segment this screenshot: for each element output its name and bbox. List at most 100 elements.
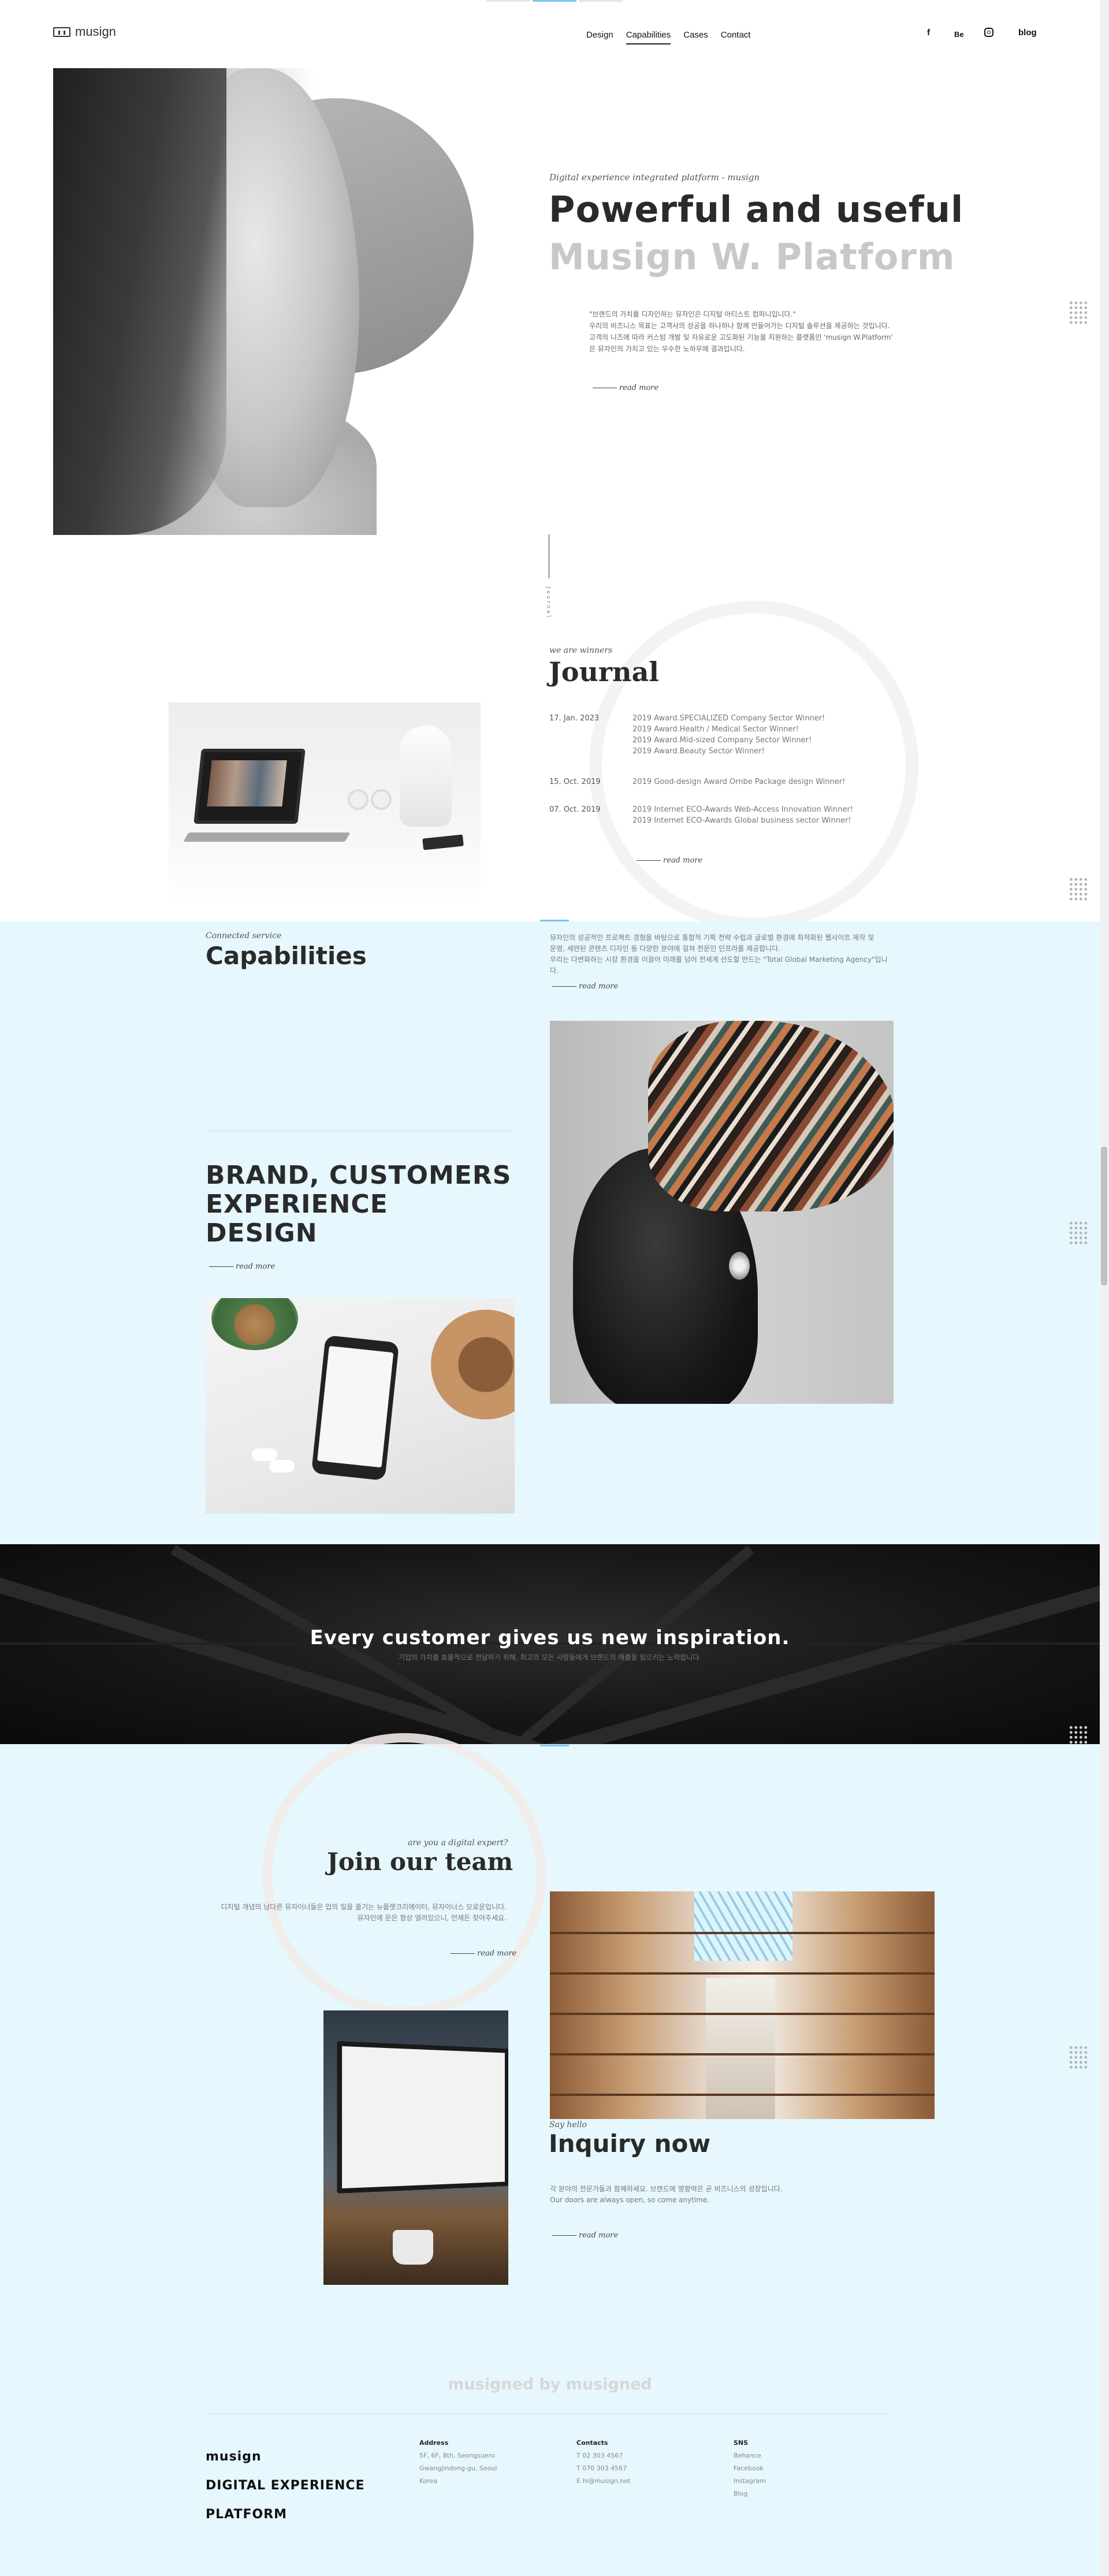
main-nav: Design Capabilities Cases Contact (586, 30, 750, 44)
inquiry-description: 각 분야의 전문가들과 함께하세요. 브랜드에 영향력은 곧 비즈니스의 성장입… (550, 2184, 873, 2206)
dots-decoration-icon (1069, 1221, 1088, 1246)
footer-phone[interactable]: T 070 303 4567 (576, 2462, 630, 2475)
capabilities-text-line: 뮤자인의 성공적인 프로젝트 경험을 바탕으로 통합적 기획 전략 수립과 글로… (550, 934, 874, 942)
blog-link[interactable]: blog (1018, 28, 1037, 38)
inquiry-kicker: Say hello (549, 2120, 587, 2129)
journal-kicker: we are winners (549, 646, 613, 655)
footer-sns-link[interactable]: Blog (734, 2488, 766, 2500)
section-marker (540, 920, 569, 921)
dots-decoration-icon (1069, 877, 1088, 902)
footer-brand: musign DIGITAL EXPERIENCE PLATFORM (206, 2443, 365, 2529)
footer-sns-link[interactable]: Facebook (734, 2462, 766, 2475)
brand-heading-line: EXPERIENCE (206, 1190, 388, 1219)
hero-title: Powerful and useful (549, 188, 964, 231)
hero-portrait-image (53, 68, 379, 535)
instagram-icon[interactable] (984, 28, 993, 37)
brand-read-more-link[interactable]: read more (209, 1262, 275, 1271)
capabilities-read-more-link[interactable]: read more (552, 982, 618, 991)
footer-brand-line: musign (206, 2449, 262, 2464)
brand-heading-line: DESIGN (206, 1218, 318, 1248)
nav-item-contact[interactable]: Contact (721, 30, 751, 44)
footer-phone[interactable]: T 02 303 4567 (576, 2449, 630, 2462)
journal-date: 17. Jan. 2023 (549, 714, 600, 723)
journal-date: 07. Oct. 2019 (549, 805, 601, 814)
hero-quote: "브랜드의 가치를 디자인하는 뮤자인은 디지털 아티스트 컴퍼니입니다." (589, 310, 796, 318)
footer-sns: SNS Behance Facebook Instagram Blog (734, 2437, 766, 2500)
join-read-more-link[interactable]: read more (451, 1949, 516, 1958)
footer-contacts-title: Contacts (576, 2439, 608, 2447)
journal-date: 15. Oct. 2019 (549, 778, 601, 786)
journal-read-more-link[interactable]: read more (637, 856, 702, 865)
iphone-image (206, 1298, 515, 1514)
scrollbar[interactable] (1100, 0, 1109, 2576)
inquiry-read-more-link[interactable]: read more (552, 2231, 618, 2240)
join-text-line: 디지털 개념의 남다른 뮤자이너들은 업의 일을 즐기는 뉴플랫크리에이터, 뮤… (221, 1903, 507, 1911)
capabilities-kicker: Connected service (206, 931, 282, 941)
journal-item: 2019 Good-design Award Ornbe Package des… (632, 778, 846, 786)
hero-text-line: 우리의 비즈니스 목표는 고객사의 성공을 하나하나 함께 만들어가는 디지털 … (589, 322, 890, 330)
scrollbar-thumb[interactable] (1101, 1147, 1107, 1285)
woman-portrait-image (550, 1021, 894, 1404)
nav-item-capabilities[interactable]: Capabilities (626, 30, 671, 44)
logo-text: musign (75, 24, 116, 39)
journal-item: 2019 Award.Mid-sized Company Sector Winn… (632, 736, 812, 745)
library-image (550, 1891, 935, 2119)
journal-item: 2019 Award.SPECIALIZED Company Sector Wi… (632, 714, 825, 723)
footer-address-line: Korea (419, 2477, 438, 2485)
journal-ring (589, 601, 918, 930)
journal-item: 2019 Internet ECO-Awards Web-Access Inno… (632, 805, 854, 814)
dots-decoration-icon (1069, 300, 1088, 326)
journal-entry[interactable]: 2019 Award.SPECIALIZED Company Sector Wi… (632, 713, 825, 757)
journal-item: 2019 Award.Health / Medical Sector Winne… (632, 725, 799, 734)
footer-watermark: musigned by musigned (448, 2376, 652, 2393)
nav-item-cases[interactable]: Cases (683, 30, 708, 44)
footer-contacts: Contacts T 02 303 4567 T 070 303 4567 E … (576, 2437, 630, 2488)
top-progress-bar (485, 0, 624, 2)
footer-brand-line: DIGITAL EXPERIENCE (206, 2478, 365, 2493)
footer-sns-link[interactable]: Behance (734, 2449, 766, 2462)
journal-vertical-label: journal (545, 586, 551, 620)
join-text-line: 뮤자인에 문은 항상 열려있으니, 언제든 찾아주세요. (357, 1914, 507, 1922)
nav-item-design[interactable]: Design (586, 30, 613, 44)
workspace-image (323, 2010, 508, 2285)
inquiry-title: Inquiry now (549, 2129, 711, 2158)
inquiry-text-line: 각 분야의 전문가들과 함께하세요. 브랜드에 영향력은 곧 비즈니스의 성장입… (550, 2185, 783, 2193)
join-title: Join our team (327, 1848, 513, 1876)
footer-address-line: 5F, 6F, 8th, Seongsuero (419, 2452, 495, 2459)
hero-text-line: 은 뮤자인의 가치고 있는 우수한 노하우에 결과입니다. (589, 345, 745, 353)
join-section (0, 1744, 1109, 2576)
hero-kicker: Digital experience integrated platform -… (549, 172, 760, 183)
banner-title: Every customer gives us new inspiration. (310, 1626, 790, 1649)
footer-sns-link[interactable]: Instagram (734, 2475, 766, 2488)
brand-heading: BRAND, CUSTOMERS EXPERIENCE DESIGN (206, 1161, 511, 1248)
facebook-icon[interactable]: f (927, 28, 930, 38)
section-marker (540, 1745, 569, 1746)
hero-read-more-link[interactable]: read more (593, 384, 658, 392)
logo[interactable]: musign (53, 24, 116, 39)
behance-icon[interactable]: Be (954, 30, 964, 39)
join-kicker: are you a digital expert? (408, 1838, 508, 1848)
logo-icon (53, 27, 70, 37)
hero-description: "브랜드의 가치를 디자인하는 뮤자인은 디지털 아티스트 컴퍼니입니다." 우… (589, 308, 936, 355)
brand-heading-line: BRAND, CUSTOMERS (206, 1161, 512, 1190)
join-description: 디지털 개념의 남다른 뮤자이너들은 업의 일을 즐기는 뉴플랫크리에이터, 뮤… (215, 1902, 507, 1924)
journal-item: 2019 Internet ECO-Awards Global business… (632, 816, 851, 825)
hero-text-line: 고객의 니즈에 따라 커스텀 개발 및 자유로운 고도화된 기능을 지원하는 플… (589, 333, 893, 341)
capabilities-text-line: 우리는 다변화하는 시장 환경을 이끌어 미래를 넘어 전세계 선도할 만드는 … (550, 956, 888, 975)
journal-title: Journal (549, 656, 659, 687)
hero-subtitle: Musign W. Platform (549, 236, 955, 278)
footer-brand-line: PLATFORM (206, 2507, 288, 2522)
journal-item: 2019 Award.Beauty Sector Winner! (632, 747, 765, 756)
laptop-image (169, 702, 481, 906)
footer-address-title: Address (419, 2439, 449, 2447)
capabilities-text-line: 운영, 세련된 콘텐츠 디자인 등 다양한 분야에 걸쳐 전문인 인프라를 제공… (550, 945, 781, 953)
banner-subtitle: 기업의 가치를 효율적으로 전달하기 위해, 최고의 모든 사람들에게 브랜드의… (398, 1653, 702, 1661)
inquiry-text-line: Our doors are always open, so come anyti… (550, 2196, 710, 2204)
footer-email[interactable]: E hi@musign.net (576, 2475, 630, 2488)
journal-entry[interactable]: 2019 Good-design Award Ornbe Package des… (632, 776, 845, 787)
journal-entry[interactable]: 2019 Internet ECO-Awards Web-Access Inno… (632, 804, 853, 826)
capabilities-title: Capabilities (206, 942, 367, 970)
capabilities-description: 뮤자인의 성공적인 프로젝트 경험을 바탕으로 통합적 기획 전략 수립과 글로… (550, 932, 891, 976)
footer-address-line: Gwangjindong-gu, Seoul (419, 2465, 497, 2472)
dots-decoration-icon (1069, 2045, 1088, 2071)
